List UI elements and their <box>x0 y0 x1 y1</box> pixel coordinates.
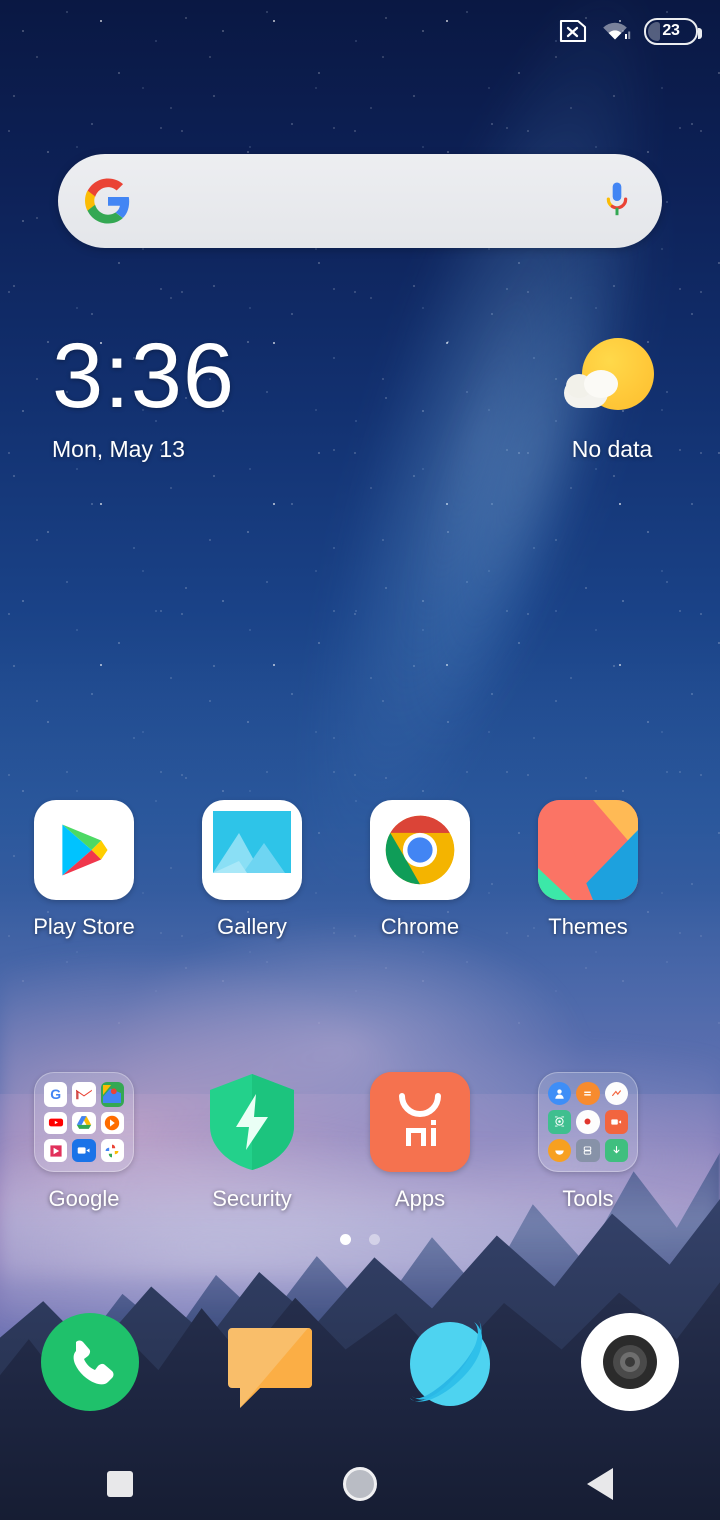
gallery-icon <box>202 800 302 900</box>
compass-icon <box>604 1082 628 1106</box>
app-label: Gallery <box>217 914 287 939</box>
app-label: Play Store <box>33 914 135 939</box>
app-label: Google <box>48 1186 120 1211</box>
chrome-icon <box>370 800 470 900</box>
nav-button-recents[interactable] <box>0 1471 240 1497</box>
app-item-tools-folder[interactable]: Tools <box>504 1072 672 1212</box>
app-item-chrome[interactable]: Chrome <box>336 800 504 940</box>
weather-status-text: No data <box>571 436 653 462</box>
duo-icon <box>72 1139 96 1162</box>
nav-button-back[interactable] <box>480 1468 720 1500</box>
youtube-icon <box>44 1111 68 1135</box>
google-search-bar[interactable] <box>58 154 662 248</box>
search-input[interactable] <box>131 154 602 248</box>
nav-button-home[interactable] <box>240 1467 480 1501</box>
gmail-icon <box>72 1082 96 1107</box>
wifi-icon <box>601 19 631 43</box>
notes-icon <box>576 1138 600 1162</box>
video-icon <box>604 1110 628 1134</box>
scanner-icon <box>548 1110 572 1134</box>
app-item-google-folder[interactable]: G Google <box>0 1072 168 1212</box>
themes-icon <box>538 800 638 900</box>
app-item-themes[interactable]: Themes <box>504 800 672 940</box>
app-label: Chrome <box>380 914 460 939</box>
tools-folder-icon <box>538 1072 638 1172</box>
page-indicator <box>0 1234 720 1245</box>
page-dot-2[interactable] <box>369 1234 380 1245</box>
clock-date: Mon, May 13 <box>52 436 185 462</box>
clock-time: 3:36 <box>52 325 236 427</box>
camera-icon <box>580 1312 680 1412</box>
recents-square-icon <box>107 1471 133 1497</box>
recorder-icon <box>576 1110 600 1134</box>
app-item-security[interactable]: Security <box>168 1072 336 1212</box>
dock <box>0 1312 720 1412</box>
play-music-icon <box>100 1111 124 1135</box>
dock-item-messaging[interactable] <box>180 1312 360 1412</box>
battery-icon: 23 <box>644 17 702 45</box>
phone-icon <box>40 1312 140 1412</box>
navigation-bar <box>0 1448 720 1520</box>
home-circle-icon <box>343 1467 377 1501</box>
back-triangle-icon <box>587 1468 613 1500</box>
app-item-play-store[interactable]: Play Store <box>0 800 168 940</box>
app-label: Apps <box>394 1186 446 1211</box>
app-item-apps[interactable]: Apps <box>336 1072 504 1212</box>
weather-widget[interactable]: No data <box>542 336 682 463</box>
contacts-icon <box>548 1082 572 1106</box>
microphone-icon[interactable] <box>602 180 632 222</box>
photos-icon <box>100 1139 124 1162</box>
app-row-1: Play Store Gallery Chrome Themes <box>0 800 720 940</box>
app-label: Security <box>212 1186 292 1211</box>
drive-icon <box>72 1111 96 1135</box>
security-shield-icon <box>202 1072 302 1172</box>
battery-level-text: 23 <box>662 22 680 39</box>
clock-widget[interactable]: 3:36 Mon, May 13 <box>52 330 235 463</box>
app-label: Themes <box>548 914 628 939</box>
page-dot-1[interactable] <box>340 1234 351 1245</box>
dock-item-phone[interactable] <box>0 1312 180 1412</box>
app-row-2: G Google Security Apps Tools <box>0 1072 720 1212</box>
calculator-icon <box>576 1082 600 1106</box>
messages-icon <box>220 1312 320 1412</box>
app-label: Tools <box>562 1186 614 1211</box>
maps-icon <box>100 1082 124 1107</box>
sim-card-no-service-icon <box>558 19 588 43</box>
google-g-logo-icon <box>85 178 131 224</box>
browser-icon <box>400 1312 500 1412</box>
google-folder-icon: G <box>34 1072 134 1172</box>
mi-apps-store-icon <box>370 1072 470 1172</box>
play-store-icon <box>34 800 134 900</box>
status-bar: 23 <box>0 0 720 62</box>
app-item-gallery[interactable]: Gallery <box>168 800 336 940</box>
google-search-icon: G <box>44 1082 68 1107</box>
dock-item-camera[interactable] <box>540 1312 720 1412</box>
dock-item-browser[interactable] <box>360 1312 540 1412</box>
app-grid: Play Store Gallery Chrome Themes G Googl… <box>0 800 720 1212</box>
weather-icon <box>548 1138 572 1162</box>
downloads-icon <box>604 1138 628 1162</box>
sun-behind-cloud-icon <box>564 336 660 432</box>
play-movies-icon <box>44 1139 68 1162</box>
